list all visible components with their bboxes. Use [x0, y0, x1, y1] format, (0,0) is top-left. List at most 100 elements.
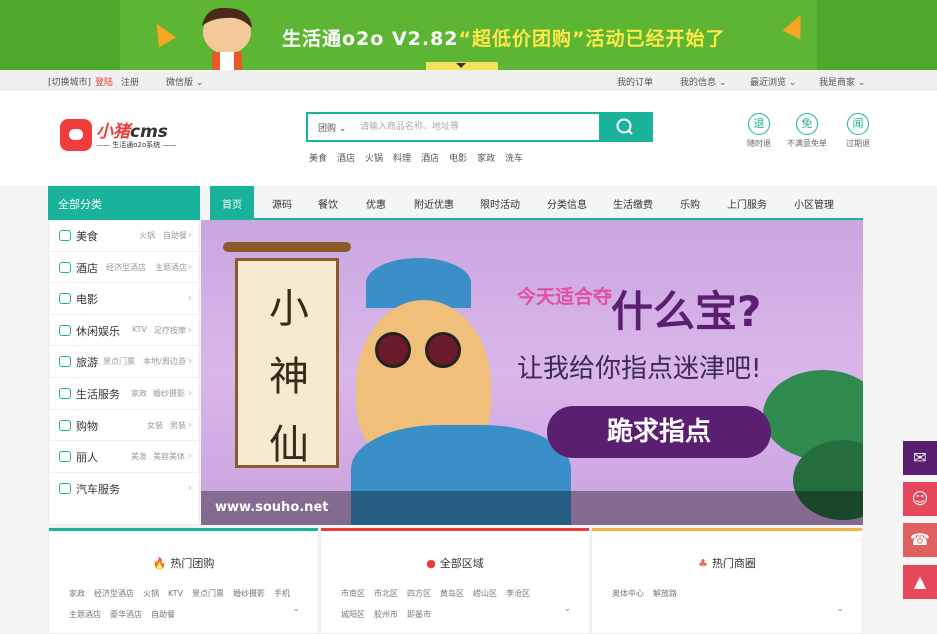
nav-item-home-service[interactable]: 上门服务 — [727, 196, 767, 211]
recent-browse-link[interactable]: 最近浏览 ⌄ — [750, 75, 796, 88]
panel-link[interactable]: 市北区 — [374, 583, 398, 604]
search-input[interactable] — [360, 118, 590, 136]
hero-line1: 今天适合夺 — [517, 286, 613, 308]
chevron-down-icon[interactable]: ⌄ — [292, 604, 300, 614]
service-free-if-unsatisfied[interactable]: 免 不满意免单 — [783, 113, 831, 149]
wechat-float-button[interactable]: ✉ — [903, 441, 937, 475]
panel-link[interactable]: 解放路 — [653, 583, 677, 604]
my-info-link[interactable]: 我的信息 ⌄ — [680, 75, 726, 88]
sidebar-item-life-service[interactable]: 生活服务 家政 婚纱摄影 › — [49, 378, 199, 410]
panel-link[interactable]: 豪华酒店 — [110, 604, 142, 625]
panel-link[interactable]: KTV — [168, 583, 183, 604]
wechat-version-link[interactable]: 微信版 ⌄ — [166, 75, 203, 88]
sidebar-item-label: 酒店 — [76, 261, 98, 275]
panel-link[interactable]: 火锅 — [143, 583, 159, 604]
my-orders-link[interactable]: 我的订单 — [617, 75, 653, 88]
top-promo-banner[interactable]: 生活通o2o V2.82“超低价团购”活动已经开始了 — [0, 0, 937, 70]
nav-item-bills[interactable]: 生活缴费 — [613, 196, 653, 211]
hero-cta-button[interactable]: 跪求指点 — [547, 406, 771, 458]
wechat-version-label: 微信版 — [166, 78, 194, 88]
panel-link[interactable]: 婚纱摄影 — [233, 583, 265, 604]
all-categories-button[interactable]: 全部分类 — [48, 186, 200, 220]
search-icon — [616, 118, 633, 135]
sidebar-item-car-service[interactable]: 汽车服务 › — [49, 473, 199, 505]
panel-link[interactable]: 景点门票 — [192, 583, 224, 604]
login-link[interactable]: 登陆 — [95, 75, 113, 88]
chevron-down-icon[interactable]: ⌄ — [836, 604, 844, 614]
nav-item-classifieds[interactable]: 分类信息 — [547, 196, 587, 211]
hotword-link[interactable]: 酒店 — [421, 154, 439, 164]
sidebar-item-food[interactable]: 美食 火锅 自助餐 › — [49, 220, 199, 252]
nav-item-shopping[interactable]: 乐购 — [680, 196, 700, 211]
chevron-right-icon: › — [187, 259, 192, 273]
panel-link[interactable]: 家政 — [69, 583, 85, 604]
panel-link[interactable]: 李沧区 — [506, 583, 530, 604]
back-to-top-button[interactable]: ▲ — [903, 565, 937, 599]
sidebar-sub-link[interactable]: 经济型酒店 — [106, 262, 146, 273]
panel-link[interactable]: 自助餐 — [151, 604, 175, 625]
nav-item-nearby[interactable]: 附近优惠 — [414, 196, 454, 211]
hotword-link[interactable]: 美食 — [309, 154, 327, 164]
panel-link[interactable]: 奥体中心 — [612, 583, 644, 604]
sidebar-sub-link[interactable]: 男装 — [170, 420, 186, 431]
sidebar-sub-link[interactable]: 美发 — [131, 451, 147, 462]
sidebar-sub-link[interactable]: KTV — [132, 325, 147, 334]
nav-item-source[interactable]: 源码 — [272, 196, 292, 211]
hero-carousel-slide[interactable]: 小 神 仙 今天适合夺 什么宝? 让我给你指点迷津吧! 跪求指点 www.sou… — [201, 220, 863, 525]
panel-link[interactable]: 黄岛区 — [440, 583, 464, 604]
sidebar-sub-link[interactable]: 婚纱摄影 — [153, 388, 185, 399]
nav-item-discount[interactable]: 优惠 — [366, 196, 386, 211]
search-category-select[interactable]: 团购 ⌄ — [318, 121, 346, 134]
nav-item-home[interactable]: 首页 — [210, 186, 254, 218]
qq-float-button[interactable]: ☺ — [903, 482, 937, 516]
nav-item-limited[interactable]: 限时活动 — [480, 196, 520, 211]
sidebar-item-leisure[interactable]: 休闲娱乐 KTV 足疗按摩 › — [49, 315, 199, 347]
sidebar-sub-link[interactable]: 足疗按摩 — [154, 325, 186, 336]
hotword-link[interactable]: 洗车 — [505, 154, 523, 164]
register-link[interactable]: 注册 — [121, 75, 139, 88]
sidebar-sub-link[interactable]: 家政 — [131, 388, 147, 399]
sidebar-item-movie[interactable]: 电影 › — [49, 283, 199, 315]
logo-brand[interactable]: 小猪cms — [96, 117, 168, 142]
panel-link[interactable]: 主题酒店 — [69, 604, 101, 625]
switch-city-link[interactable]: [切换城市] — [48, 75, 91, 88]
chevron-down-icon[interactable]: ⌄ — [563, 604, 571, 614]
search-button[interactable] — [599, 114, 651, 140]
hotword-link[interactable]: 火锅 — [365, 154, 383, 164]
sidebar-sub-link[interactable]: 火锅 — [139, 230, 155, 241]
hotword-link[interactable]: 料理 — [393, 154, 411, 164]
top-toolbar: [切换城市] 登陆 注册 微信版 ⌄ 我的订单 我的信息 ⌄ 最近浏览 ⌄ 我是… — [0, 70, 937, 90]
sidebar-item-beauty[interactable]: 丽人 美发 美容美体 › — [49, 441, 199, 473]
phone-float-button[interactable]: ☎ — [903, 523, 937, 557]
panel-link[interactable]: 四方区 — [407, 583, 431, 604]
sidebar-item-hotel[interactable]: 酒店 经济型酒店 主题酒店 › — [49, 252, 199, 284]
sidebar-sub-link[interactable]: 自助餐 — [163, 230, 187, 241]
panel-link[interactable]: 胶州市 — [374, 604, 398, 625]
panel-link[interactable]: 手机 — [274, 583, 290, 604]
sidebar-item-shopping[interactable]: 购物 女装 男装 › — [49, 410, 199, 442]
hotword-link[interactable]: 家政 — [477, 154, 495, 164]
nav-item-community[interactable]: 小区管理 — [794, 196, 834, 211]
banner-title: 生活通o2o V2.82“超低价团购”活动已经开始了 — [282, 24, 726, 51]
sidebar-sub-link[interactable]: 景点门票 — [103, 356, 135, 367]
service-expired-refund[interactable]: 闻 过期退 — [834, 113, 882, 149]
merchant-link[interactable]: 我是商家 ⌄ — [819, 75, 865, 88]
sidebar-sub-link[interactable]: 女装 — [147, 420, 163, 431]
panel-link[interactable]: 经济型酒店 — [94, 583, 134, 604]
sidebar-sub-link[interactable]: 美容美体 — [153, 451, 185, 462]
hotword-link[interactable]: 酒店 — [337, 154, 355, 164]
panel-link[interactable]: 城阳区 — [341, 604, 365, 625]
sidebar-sub-link[interactable]: 本地/周边游 — [143, 356, 186, 367]
panel-link[interactable]: 崂山区 — [473, 583, 497, 604]
banner-collapse-tab[interactable] — [426, 62, 498, 70]
panel-link[interactable]: 即墨市 — [407, 604, 431, 625]
hotword-link[interactable]: 电影 — [449, 154, 467, 164]
expired-icon: 闻 — [847, 113, 869, 135]
panel-link[interactable]: 市南区 — [341, 583, 365, 604]
location-pin-icon: ● — [426, 557, 436, 570]
pig-logo-icon[interactable] — [60, 119, 92, 151]
nav-item-dining[interactable]: 餐饮 — [318, 196, 338, 211]
service-refund-anytime[interactable]: 退 随时退 — [735, 113, 783, 149]
sidebar-item-travel[interactable]: 旅游 景点门票 本地/周边游 › — [49, 346, 199, 378]
sidebar-sub-link[interactable]: 主题酒店 — [155, 262, 187, 273]
